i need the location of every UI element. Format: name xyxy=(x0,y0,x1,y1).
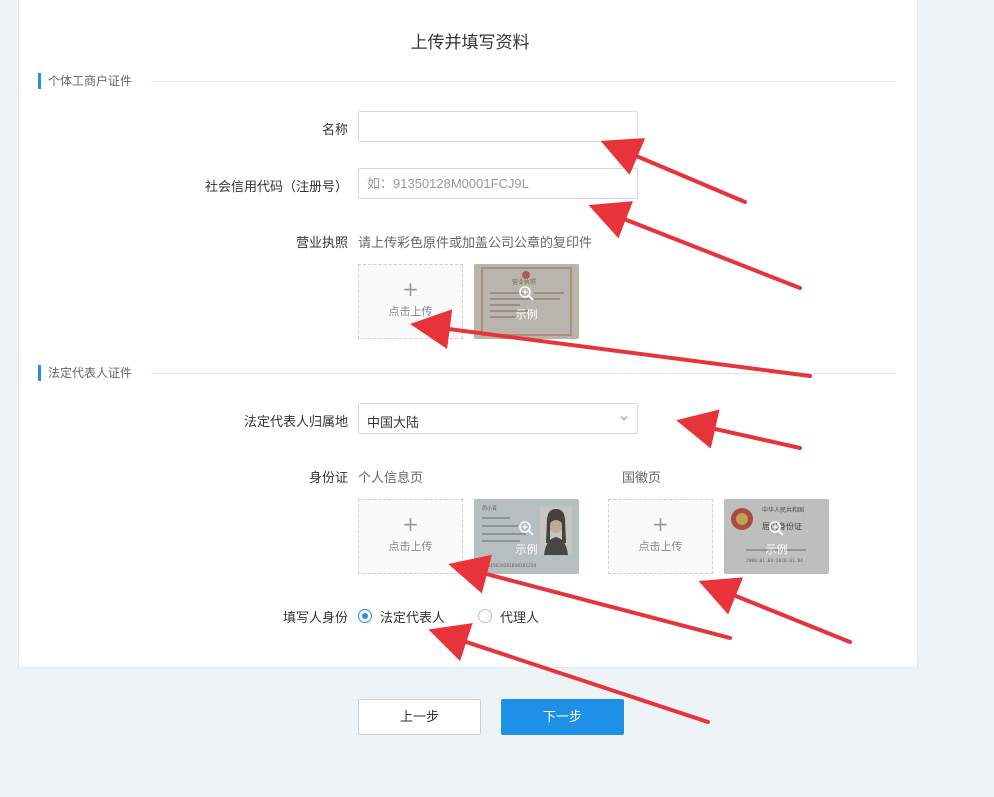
chevron-down-icon xyxy=(620,416,628,421)
business-license-label: 营业执照 xyxy=(295,235,348,250)
credit-code-input[interactable] xyxy=(358,168,638,199)
upload-text: 点击上传 xyxy=(638,541,683,553)
legal-rep-region-label: 法定代表人归属地 xyxy=(243,414,348,429)
prev-step-button[interactable]: 上一步 xyxy=(358,699,481,735)
sample-caption: 示例 xyxy=(765,544,788,556)
section-divider xyxy=(151,373,895,374)
sample-caption: 示例 xyxy=(515,309,538,321)
filler-identity-label: 填写人身份 xyxy=(282,610,348,625)
section-title: 个体工商户证件 xyxy=(48,73,139,89)
id-front-upload-button[interactable]: + 点击上传 xyxy=(358,499,463,574)
sample-overlay xyxy=(474,264,579,339)
sample-overlay xyxy=(474,499,579,574)
id-card-label: 身份证 xyxy=(308,470,348,485)
radio-legal-rep[interactable] xyxy=(358,609,372,623)
zoom-icon xyxy=(769,521,784,536)
id-front-label: 个人信息页 xyxy=(358,470,424,485)
name-label: 名称 xyxy=(321,122,348,137)
section-header-business-cert: 个体工商户证件 xyxy=(38,73,895,89)
id-back-label: 国徽页 xyxy=(622,470,662,485)
id-back-sample[interactable]: 中华人民共和国 居民身份证 2008.01.04-2028.01.04 示例 xyxy=(724,499,829,574)
select-value: 中国大陆 xyxy=(367,415,420,430)
plus-icon: + xyxy=(402,512,419,536)
plus-icon: + xyxy=(652,512,669,536)
radio-legal-rep-label[interactable]: 法定代表人 xyxy=(380,607,445,626)
zoom-icon xyxy=(519,286,534,301)
business-license-upload-button[interactable]: + 点击上传 xyxy=(358,264,463,339)
business-license-hint: 请上传彩色原件或加盖公司公章的复印件 xyxy=(358,235,593,250)
upload-text: 点击上传 xyxy=(388,541,433,553)
radio-agent[interactable] xyxy=(478,609,492,623)
business-license-sample[interactable]: 营业执照 示例 xyxy=(474,264,579,339)
id-front-sample[interactable]: 周小青 12345620201818181234 示例 xyxy=(474,499,579,574)
name-input[interactable] xyxy=(358,111,638,142)
radio-agent-label[interactable]: 代理人 xyxy=(500,607,539,626)
next-step-button[interactable]: 下一步 xyxy=(501,699,624,735)
zoom-icon xyxy=(519,521,534,536)
section-header-legal-rep: 法定代表人证件 xyxy=(38,365,895,381)
section-divider xyxy=(151,81,895,82)
plus-icon: + xyxy=(402,277,419,301)
sample-overlay xyxy=(724,499,829,574)
page-title: 上传并填写资料 xyxy=(410,33,530,52)
legal-rep-region-select[interactable]: 中国大陆 xyxy=(358,403,638,434)
upload-text: 点击上传 xyxy=(388,306,433,318)
id-back-upload-button[interactable]: + 点击上传 xyxy=(608,499,713,574)
credit-code-label: 社会信用代码（注册号） xyxy=(204,179,348,194)
sample-caption: 示例 xyxy=(515,544,538,556)
section-title: 法定代表人证件 xyxy=(48,365,139,381)
